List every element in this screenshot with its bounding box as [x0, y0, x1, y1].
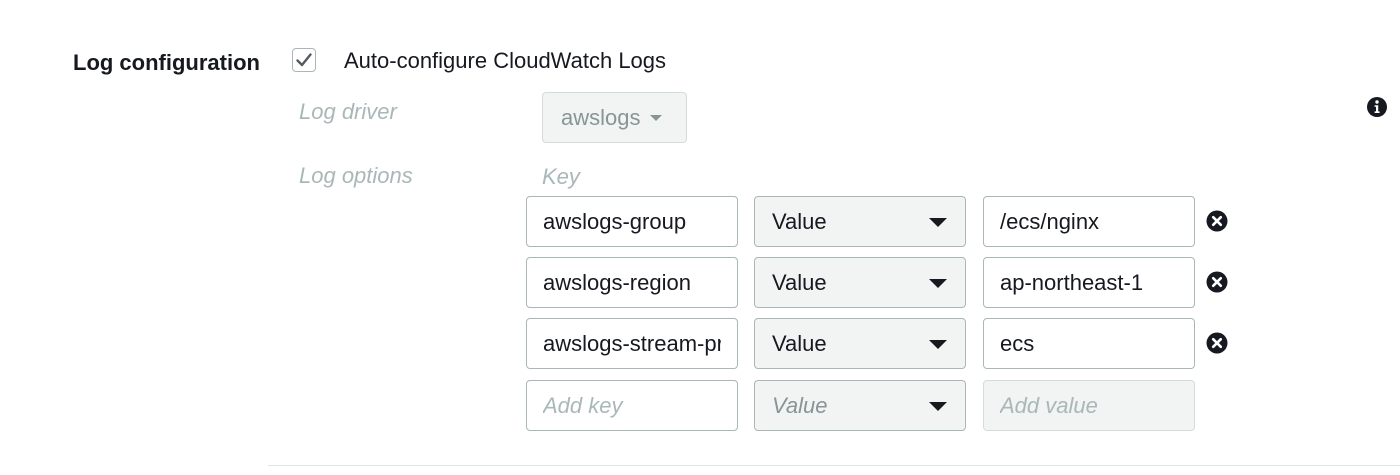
- option-value-input[interactable]: [983, 196, 1195, 247]
- new-option-type-select[interactable]: Value: [754, 380, 966, 431]
- log-option-row: Value: [0, 318, 1400, 370]
- new-option-type-value: Value: [772, 392, 828, 418]
- log-option-row: Value: [0, 196, 1400, 248]
- log-option-row: Value: [0, 257, 1400, 309]
- remove-circle-icon[interactable]: [1206, 332, 1228, 354]
- caret-down-icon: [929, 279, 947, 288]
- key-column-header: Key: [542, 164, 580, 189]
- auto-configure-label[interactable]: Auto-configure CloudWatch Logs: [344, 46, 666, 76]
- checkmark-icon: [296, 53, 312, 67]
- add-value-input[interactable]: [983, 380, 1195, 431]
- section-title: Log configuration: [73, 50, 260, 75]
- option-type-select[interactable]: Value: [754, 257, 966, 308]
- option-key-input[interactable]: [526, 318, 738, 369]
- remove-circle-icon[interactable]: [1206, 271, 1228, 293]
- option-value-input[interactable]: [983, 318, 1195, 369]
- option-key-input[interactable]: [526, 257, 738, 308]
- caret-down-icon: [929, 340, 947, 349]
- log-driver-label: Log driver: [299, 99, 397, 124]
- new-log-option-row: Value: [0, 380, 1400, 432]
- caret-down-icon: [929, 218, 947, 227]
- remove-circle-icon[interactable]: [1206, 210, 1228, 232]
- log-driver-select[interactable]: awslogs: [542, 92, 687, 143]
- caret-down-icon: [929, 402, 947, 411]
- option-type-select[interactable]: Value: [754, 196, 966, 247]
- auto-configure-checkbox[interactable]: [292, 48, 316, 72]
- option-type-value: Value: [772, 269, 827, 295]
- log-driver-value: awslogs: [561, 104, 641, 130]
- info-icon[interactable]: [1366, 96, 1388, 118]
- add-key-input[interactable]: [526, 380, 738, 431]
- log-options-label: Log options: [299, 163, 413, 188]
- option-type-value: Value: [772, 330, 827, 356]
- section-divider: [268, 465, 1400, 466]
- option-type-value: Value: [772, 208, 827, 234]
- option-key-input[interactable]: [526, 196, 738, 247]
- caret-down-icon: [650, 114, 663, 121]
- option-value-input[interactable]: [983, 257, 1195, 308]
- option-type-select[interactable]: Value: [754, 318, 966, 369]
- log-configuration-panel: Log configuration Auto-configure CloudWa…: [0, 0, 1400, 475]
